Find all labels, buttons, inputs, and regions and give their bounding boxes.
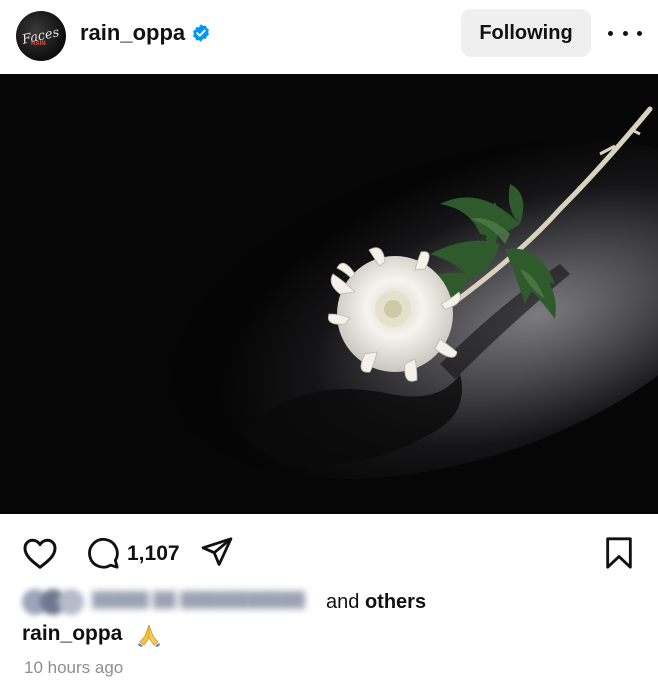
heart-icon[interactable] xyxy=(22,536,58,570)
and-word: and xyxy=(326,591,360,613)
more-dot xyxy=(637,30,642,36)
post-timestamp: 10 hours ago xyxy=(24,658,124,677)
avatar[interactable]: Faces RAIN xyxy=(16,11,66,61)
verified-badge-icon xyxy=(193,24,209,42)
bookmark-icon[interactable] xyxy=(604,536,634,570)
and-others-text[interactable]: and others xyxy=(326,591,426,614)
liked-by-blurred: █████ ██ ███████████ xyxy=(92,591,305,608)
username-link[interactable]: rain_oppa xyxy=(80,20,185,46)
liker-avatars xyxy=(22,589,92,615)
liker-avatar xyxy=(58,589,84,615)
more-dot xyxy=(622,30,628,36)
folded-hands-icon xyxy=(138,624,160,647)
comment-icon[interactable] xyxy=(86,536,120,570)
post-actions: 1,107 xyxy=(0,514,658,594)
instagram-post: Faces RAIN rain_oppa Following 1,107 ███… xyxy=(0,0,658,690)
post-header: Faces RAIN rain_oppa Following xyxy=(0,0,658,74)
comment-count: 1,107 xyxy=(127,542,180,565)
likes-summary[interactable]: █████ ██ ███████████ and others xyxy=(22,587,642,617)
post-image[interactable] xyxy=(0,74,658,514)
following-button[interactable]: Following xyxy=(461,9,591,57)
more-dot xyxy=(608,30,613,36)
others-link[interactable]: others xyxy=(365,591,426,613)
caption-username[interactable]: rain_oppa xyxy=(22,622,122,646)
more-options-icon[interactable] xyxy=(608,20,642,46)
chrysanthemum-photo xyxy=(0,74,658,514)
send-icon[interactable] xyxy=(200,536,234,568)
avatar-logo-sub: RAIN xyxy=(31,41,46,47)
